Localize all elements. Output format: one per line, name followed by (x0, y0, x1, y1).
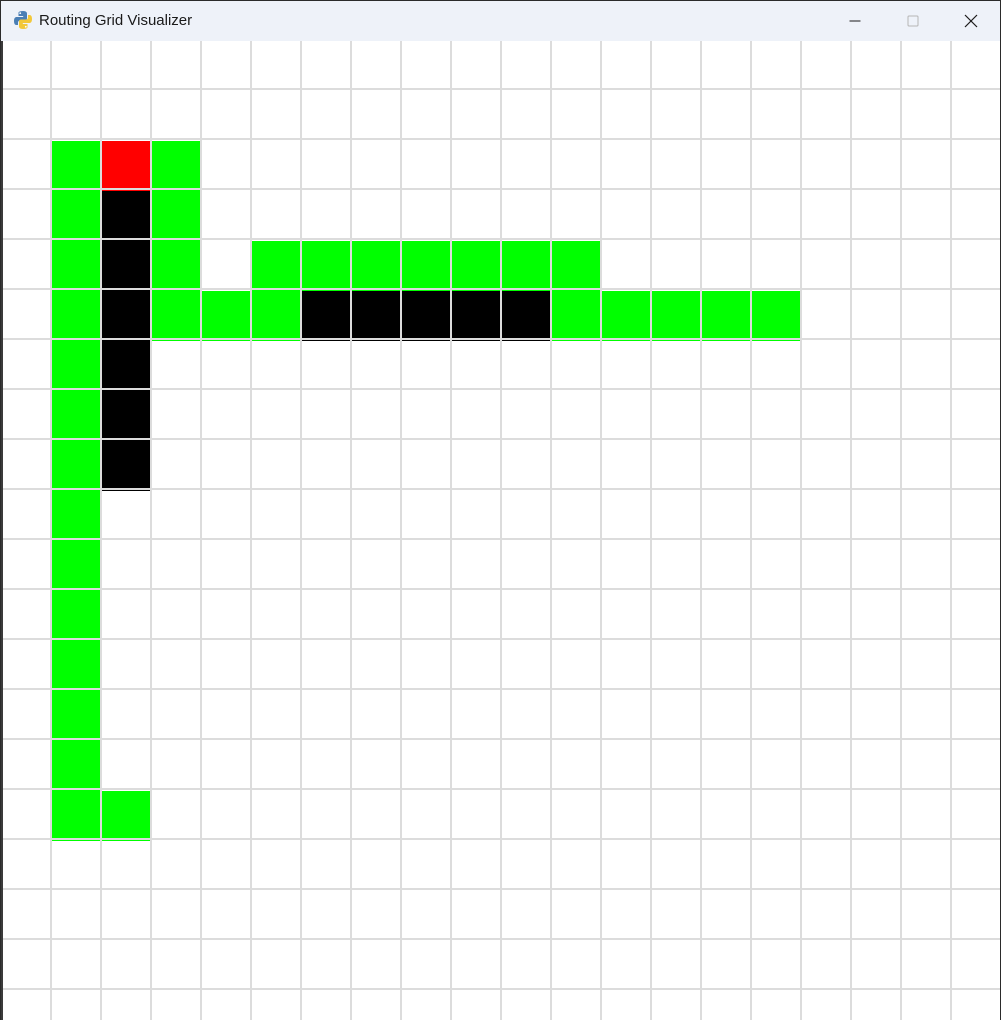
grid-cell-green[interactable] (551, 291, 601, 341)
grid-cell-green[interactable] (251, 291, 301, 341)
python-snake-icon (14, 11, 32, 29)
maximize-button[interactable] (884, 1, 942, 41)
routing-grid[interactable] (1, 41, 1001, 1020)
grid-cell-green[interactable] (51, 241, 101, 291)
grid-cell-green[interactable] (401, 241, 451, 291)
grid-cell-green[interactable] (151, 141, 201, 191)
routing-grid-canvas[interactable] (1, 41, 1001, 1020)
grid-cell-black[interactable] (101, 341, 151, 391)
grid-cell-green[interactable] (351, 241, 401, 291)
grid-cell-green[interactable] (151, 191, 201, 241)
grid-cell-black[interactable] (101, 291, 151, 341)
grid-cell-red[interactable] (101, 141, 151, 191)
app-window: Routing Grid Visualizer (0, 0, 1001, 1020)
grid-cell-black[interactable] (101, 191, 151, 241)
grid-cell-green[interactable] (501, 241, 551, 291)
title-bar[interactable]: Routing Grid Visualizer (1, 1, 1000, 41)
grid-cell-green[interactable] (51, 141, 101, 191)
grid-cell-black[interactable] (101, 241, 151, 291)
close-icon (964, 14, 978, 28)
grid-cell-green[interactable] (651, 291, 701, 341)
minimize-icon (849, 20, 861, 22)
grid-cell-green[interactable] (51, 791, 101, 841)
grid-cell-black[interactable] (501, 291, 551, 341)
grid-cell-green[interactable] (151, 241, 201, 291)
grid-cell-green[interactable] (451, 241, 501, 291)
grid-cell-green[interactable] (51, 291, 101, 341)
maximize-icon (907, 15, 919, 27)
grid-cell-green[interactable] (51, 441, 101, 491)
grid-cell-green[interactable] (301, 241, 351, 291)
grid-cell-green[interactable] (101, 791, 151, 841)
grid-cell-green[interactable] (151, 291, 201, 341)
grid-cell-black[interactable] (101, 391, 151, 441)
grid-cell-green[interactable] (751, 291, 801, 341)
grid-cell-green[interactable] (701, 291, 751, 341)
grid-cell-black[interactable] (401, 291, 451, 341)
grid-cell-green[interactable] (551, 241, 601, 291)
grid-cell-green[interactable] (201, 291, 251, 341)
close-button[interactable] (942, 1, 1000, 41)
grid-cell-green[interactable] (51, 741, 101, 791)
grid-cell-green[interactable] (51, 391, 101, 441)
grid-cell-green[interactable] (51, 591, 101, 641)
grid-cell-green[interactable] (51, 191, 101, 241)
grid-cell-black[interactable] (451, 291, 501, 341)
grid-cell-black[interactable] (101, 441, 151, 491)
window-title: Routing Grid Visualizer (39, 12, 193, 29)
grid-cell-green[interactable] (51, 641, 101, 691)
grid-cell-green[interactable] (251, 241, 301, 291)
minimize-button[interactable] (826, 1, 884, 41)
grid-cell-green[interactable] (601, 291, 651, 341)
grid-cell-green[interactable] (51, 491, 101, 541)
grid-cell-green[interactable] (51, 691, 101, 741)
grid-cell-green[interactable] (51, 541, 101, 591)
grid-cell-green[interactable] (51, 341, 101, 391)
grid-cell-black[interactable] (351, 291, 401, 341)
window-left-edge (1, 41, 3, 1020)
grid-cell-black[interactable] (301, 291, 351, 341)
